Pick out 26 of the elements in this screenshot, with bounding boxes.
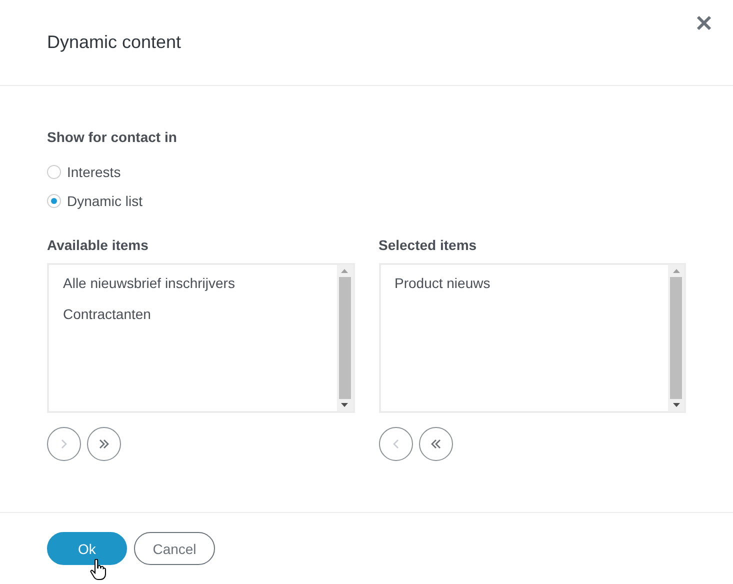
- scroll-up-icon[interactable]: [341, 269, 348, 273]
- radio-label[interactable]: Interests: [67, 164, 121, 180]
- scrollbar[interactable]: [336, 265, 352, 411]
- list-item[interactable]: Product nieuws: [394, 271, 654, 302]
- move-all-button[interactable]: [418, 427, 452, 461]
- double-chevron-icon: [98, 438, 110, 450]
- double-chevron-icon: [430, 438, 442, 450]
- radio-button[interactable]: [47, 164, 61, 178]
- scroll-down-icon[interactable]: [672, 403, 680, 407]
- scrollbar[interactable]: [668, 265, 684, 411]
- list-box[interactable]: Product nieuws: [378, 263, 686, 413]
- list-box[interactable]: Alle nieuwsbrief inschrijvers Contractanten: [47, 263, 354, 413]
- scroll-down-icon[interactable]: [341, 403, 348, 407]
- close-icon: [696, 15, 712, 31]
- list-item[interactable]: Contractanten: [63, 302, 322, 333]
- cancel-button[interactable]: Cancel: [134, 532, 215, 565]
- scroll-up-icon[interactable]: [672, 269, 680, 273]
- move-all-button[interactable]: [87, 427, 121, 461]
- radio-button[interactable]: [47, 194, 61, 208]
- dialog-title: Dynamic content: [47, 32, 182, 53]
- list-label: Available items: [47, 237, 150, 253]
- hand-cursor-icon: [90, 559, 106, 581]
- list-item[interactable]: Alle nieuwsbrief inschrijvers: [63, 271, 322, 302]
- radio-label[interactable]: Dynamic list: [67, 192, 142, 208]
- section-label: Show for contact in: [47, 129, 178, 145]
- list-label: Selected items: [378, 237, 478, 253]
